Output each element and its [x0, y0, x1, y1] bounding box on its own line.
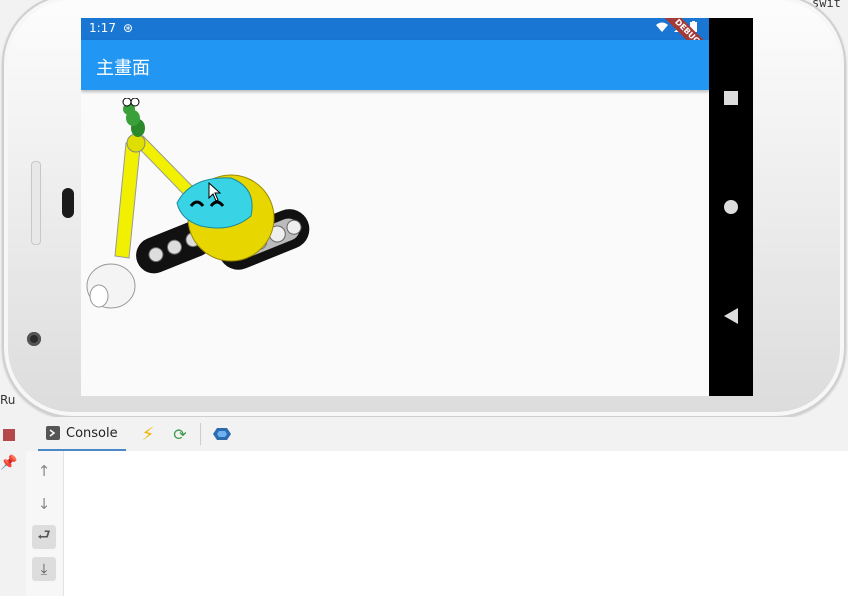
- run-left-toolbar: 📌: [0, 417, 27, 596]
- android-nav-bar: [709, 18, 753, 396]
- wifi-icon: [656, 22, 669, 32]
- soft-wrap-icon[interactable]: ⮐: [32, 525, 56, 549]
- console-output[interactable]: [64, 451, 848, 596]
- phone-earpiece: [62, 188, 74, 218]
- console-icon: [46, 426, 60, 440]
- back-button[interactable]: [709, 296, 753, 336]
- app-bar: 主畫面: [81, 40, 709, 90]
- console-side-toolbar: ↑ ↓ ⮐ ⤓: [26, 451, 64, 596]
- arrow-down-icon[interactable]: ↓: [32, 492, 56, 516]
- circle-icon: [724, 200, 738, 214]
- toolbar-separator: [200, 423, 201, 445]
- mouse-cursor-icon: [208, 182, 222, 202]
- phone-screen[interactable]: 1:17 ⊛ DEBUG 主畫面: [81, 18, 709, 396]
- app-bar-title: 主畫面: [96, 58, 150, 79]
- run-tool-window: 📌 Console ⚡ ⟳ ↑ ↓ ⮐ ⤓: [0, 417, 848, 596]
- phone-side-button: [31, 161, 41, 245]
- tab-console-label: Console: [66, 425, 118, 441]
- home-button[interactable]: [709, 187, 753, 227]
- devtools-icon[interactable]: [212, 424, 232, 444]
- pin-icon[interactable]: 📌: [0, 455, 17, 471]
- status-bar: 1:17 ⊛: [81, 18, 709, 40]
- hot-restart-icon[interactable]: ⟳: [170, 424, 190, 444]
- square-icon: [724, 91, 738, 105]
- run-toolbar: Console ⚡ ⟳: [26, 417, 848, 452]
- back-triangle-icon: [724, 308, 738, 324]
- status-time: 1:17: [89, 21, 116, 35]
- excavator-image: [86, 98, 310, 309]
- recent-apps-button[interactable]: [709, 78, 753, 118]
- sync-icon: ⊛: [123, 21, 134, 35]
- hot-reload-icon[interactable]: ⚡: [138, 424, 158, 445]
- tab-console[interactable]: Console: [38, 417, 126, 451]
- arrow-up-icon[interactable]: ↑: [32, 459, 56, 483]
- scroll-to-end-icon[interactable]: ⤓: [32, 557, 56, 581]
- stop-icon[interactable]: [3, 429, 15, 441]
- phone-camera: [27, 332, 41, 346]
- run-tool-label[interactable]: Ru: [0, 393, 15, 407]
